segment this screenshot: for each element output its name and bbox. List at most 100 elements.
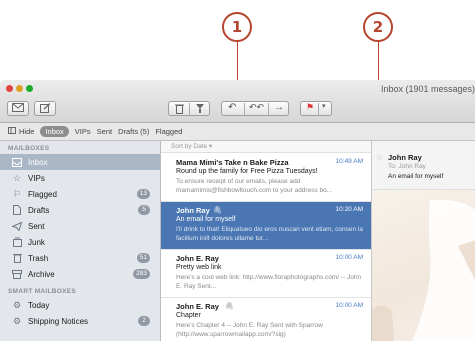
sidebar-item-archive[interactable]: Archive 283 bbox=[0, 266, 160, 282]
mailboxes-header: MAILBOXES bbox=[8, 145, 50, 152]
zoom-window-button[interactable] bbox=[26, 85, 33, 92]
message-time: 10:49 AM bbox=[335, 158, 363, 165]
message-row[interactable]: John E. Ray 🖇 10:00 AM Chapter Here's Ch… bbox=[161, 298, 371, 341]
trash-icon bbox=[12, 253, 22, 263]
mailbox-sidebar: MAILBOXES Inbox ☆ VIPs ⚐ Flagged 13 Draf… bbox=[0, 141, 161, 341]
gear-icon: ⚙ bbox=[12, 315, 22, 326]
reply-all-icon[interactable]: ↶↶ bbox=[249, 102, 264, 113]
flag-menu-button[interactable]: ⚑ ▾ bbox=[300, 101, 332, 116]
message-sender: John Ray bbox=[176, 206, 210, 215]
unread-count-badge: 2 bbox=[138, 316, 150, 326]
favorite-sent[interactable]: Sent bbox=[97, 127, 112, 136]
sidebar-item-trash[interactable]: Trash 51 bbox=[0, 250, 160, 266]
sidebar-item-label: Trash bbox=[28, 253, 49, 263]
message-body bbox=[372, 190, 475, 341]
inbox-icon bbox=[12, 157, 22, 167]
preview-sender: John Ray bbox=[388, 153, 422, 162]
forward-icon[interactable]: → bbox=[274, 102, 284, 113]
envelope-icon bbox=[12, 103, 24, 114]
star-icon: ☆ bbox=[12, 172, 22, 183]
sidebar-item-label: Today bbox=[28, 300, 50, 310]
junk-icon[interactable] bbox=[195, 103, 205, 116]
minimize-window-button[interactable] bbox=[16, 85, 23, 92]
sidebar-item-label: VIPs bbox=[28, 173, 45, 183]
message-preview: I'll drink to that! Eliquatueo dio eros … bbox=[176, 226, 363, 242]
sidebar-item-label: Flagged bbox=[28, 189, 57, 199]
paperclip-icon: 🖇 bbox=[213, 207, 222, 214]
message-row[interactable]: Mama Mimi's Take n Bake Pizza 10:49 AM R… bbox=[161, 154, 371, 202]
flag-icon: ⚐ bbox=[12, 188, 22, 199]
sidebar-toggle-icon[interactable] bbox=[8, 127, 16, 136]
message-preview: To ensure receipt of our emails, please … bbox=[176, 178, 333, 194]
archive-icon bbox=[12, 269, 22, 279]
message-sender: Mama Mimi's Take n Bake Pizza bbox=[176, 158, 289, 167]
compose-icon bbox=[39, 102, 51, 115]
message-time: 10:00 AM bbox=[335, 302, 363, 309]
sidebar-item-label: Drafts bbox=[28, 205, 50, 215]
sidebar-item-label: Inbox bbox=[28, 157, 48, 167]
preview-subject: An email for myself bbox=[388, 173, 444, 180]
close-window-button[interactable] bbox=[6, 85, 13, 92]
document-icon bbox=[12, 205, 22, 215]
sidebar-item-today[interactable]: ⚙ Today bbox=[0, 297, 160, 313]
message-sender: John E. Ray bbox=[176, 254, 219, 263]
reply-group: ↶ ↶↶ → bbox=[221, 101, 289, 116]
mail-window: Inbox (1901 messages) ↶ ↶↶ → ⚑ ▾ Hide In… bbox=[0, 80, 475, 341]
preview-recipient: To: John Ray bbox=[388, 163, 426, 170]
message-preview: Here's a cool web link: http://www.flora… bbox=[176, 274, 362, 290]
message-subject: Pretty web link bbox=[176, 264, 222, 271]
favorite-vips[interactable]: VIPs bbox=[75, 127, 91, 136]
delete-junk-group bbox=[168, 101, 210, 116]
compose-button[interactable] bbox=[34, 101, 56, 116]
sidebar-item-label: Archive bbox=[28, 269, 55, 279]
junk-icon bbox=[12, 237, 22, 247]
unread-count-badge: 51 bbox=[136, 253, 150, 263]
chevron-down-icon: ▾ bbox=[322, 103, 326, 110]
message-subject: An email for myself bbox=[176, 216, 236, 223]
message-list: Sort by Date ▾ Mama Mimi's Take n Bake P… bbox=[161, 141, 372, 341]
sidebar-item-shipping-notices[interactable]: ⚙ Shipping Notices 2 bbox=[0, 313, 160, 329]
trash-icon[interactable] bbox=[175, 103, 184, 116]
sidebar-item-inbox[interactable]: Inbox bbox=[0, 154, 160, 170]
gear-icon: ⚙ bbox=[12, 299, 22, 310]
favorites-bar: Hide Inbox VIPs Sent Drafts (5) Flagged bbox=[0, 123, 475, 141]
message-subject: Round up the family for Free Pizza Tuesd… bbox=[176, 168, 318, 175]
sidebar-item-label: Shipping Notices bbox=[28, 316, 89, 326]
message-header: ☆ John Ray To: John Ray An email for mys… bbox=[372, 141, 475, 190]
star-icon[interactable]: ☆ bbox=[376, 153, 383, 162]
unread-count-badge: 13 bbox=[136, 189, 150, 199]
paperclip-icon: 🖇 bbox=[225, 303, 234, 310]
sidebar-item-vips[interactable]: ☆ VIPs bbox=[0, 170, 160, 186]
message-sender: John E. Ray bbox=[176, 302, 219, 311]
favorite-inbox[interactable]: Inbox bbox=[40, 126, 69, 137]
unread-count-badge: 283 bbox=[133, 269, 150, 279]
message-row-selected[interactable]: John Ray 🖇 10:20 AM An email for myself … bbox=[161, 202, 371, 250]
sidebar-item-flagged[interactable]: ⚐ Flagged 13 bbox=[0, 186, 160, 202]
message-subject: Chapter bbox=[176, 312, 201, 319]
hide-mailboxes-button[interactable]: Hide bbox=[19, 127, 34, 136]
sidebar-item-junk[interactable]: Junk bbox=[0, 234, 160, 250]
title-bar: Inbox (1901 messages) ↶ ↶↶ → ⚑ ▾ bbox=[0, 80, 475, 123]
sidebar-item-drafts[interactable]: Drafts 5 bbox=[0, 202, 160, 218]
message-row[interactable]: John E. Ray 10:00 AM Pretty web link Her… bbox=[161, 250, 371, 298]
paper-plane-icon bbox=[12, 221, 22, 231]
flag-icon: ⚑ bbox=[306, 102, 315, 112]
message-time: 10:20 AM bbox=[335, 206, 363, 213]
reply-icon[interactable]: ↶ bbox=[228, 102, 236, 113]
favorite-drafts[interactable]: Drafts (5) bbox=[118, 127, 149, 136]
smart-mailboxes-header: SMART MAILBOXES bbox=[8, 288, 77, 295]
message-time: 10:00 AM bbox=[335, 254, 363, 261]
sidebar-item-label: Junk bbox=[28, 237, 45, 247]
sort-by-menu[interactable]: Sort by Date ▾ bbox=[161, 141, 371, 153]
callout-2: 2 bbox=[363, 12, 393, 42]
sidebar-item-label: Sent bbox=[28, 221, 45, 231]
sidebar-item-sent[interactable]: Sent bbox=[0, 218, 160, 234]
favorite-flagged[interactable]: Flagged bbox=[155, 127, 182, 136]
unread-count-badge: 5 bbox=[138, 205, 150, 215]
message-preview-pane: ☆ John Ray To: John Ray An email for mys… bbox=[372, 141, 475, 341]
callout-1: 1 bbox=[222, 12, 252, 42]
get-mail-button[interactable] bbox=[7, 101, 29, 116]
window-title: Inbox (1901 messages) bbox=[380, 84, 475, 94]
message-preview: Here's Chapter 4 -- John E. Ray Sent wit… bbox=[176, 322, 323, 338]
message-body-image bbox=[372, 199, 475, 341]
